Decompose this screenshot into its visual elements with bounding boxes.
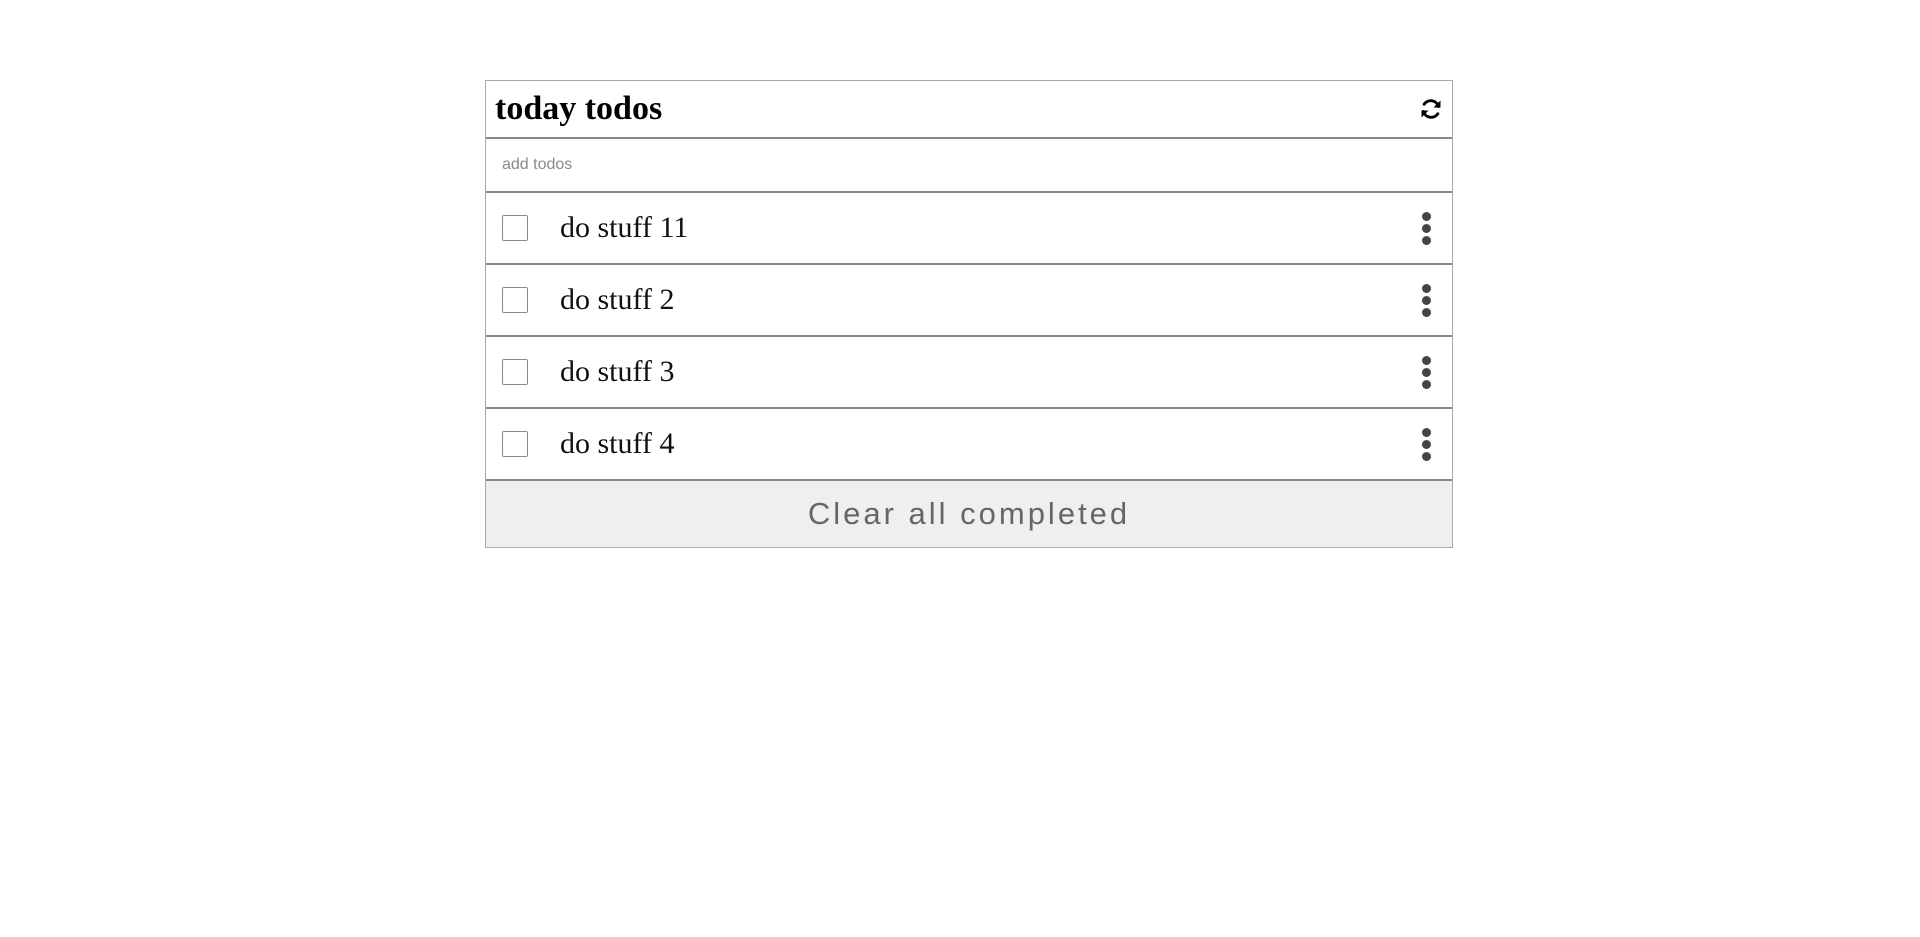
menu-dot	[1421, 283, 1431, 293]
todo-checkbox[interactable]	[502, 215, 528, 241]
todo-header: today todos	[486, 81, 1452, 139]
more-options-icon[interactable]	[1414, 426, 1438, 462]
menu-dot	[1421, 355, 1431, 365]
add-todo-row	[486, 139, 1452, 193]
more-options-icon[interactable]	[1414, 354, 1438, 390]
todo-text: do stuff 2	[560, 283, 675, 316]
menu-dot	[1421, 223, 1431, 233]
refresh-icon[interactable]	[1418, 96, 1444, 122]
menu-dot	[1421, 379, 1431, 389]
todo-text: do stuff 3	[560, 355, 675, 388]
todo-checkbox[interactable]	[502, 287, 528, 313]
more-options-icon[interactable]	[1414, 282, 1438, 318]
menu-dot	[1421, 235, 1431, 245]
menu-dot	[1421, 307, 1431, 317]
todo-text: do stuff 4	[560, 427, 675, 460]
menu-dot	[1421, 295, 1431, 305]
add-todo-input[interactable]	[486, 139, 1452, 191]
todo-checkbox[interactable]	[502, 359, 528, 385]
menu-dot	[1421, 367, 1431, 377]
menu-dot	[1421, 439, 1431, 449]
clear-completed-button[interactable]: Clear all completed	[486, 481, 1452, 547]
todo-item: do stuff 2	[486, 265, 1452, 337]
todo-item: do stuff 11	[486, 193, 1452, 265]
todo-item: do stuff 4	[486, 409, 1452, 481]
todo-item: do stuff 3	[486, 337, 1452, 409]
todo-checkbox[interactable]	[502, 431, 528, 457]
more-options-icon[interactable]	[1414, 210, 1438, 246]
todo-list: do stuff 11 do stuff 2 do stuff 3 do stu…	[486, 193, 1452, 481]
menu-dot	[1421, 451, 1431, 461]
todo-text: do stuff 11	[560, 211, 689, 244]
menu-dot	[1421, 211, 1431, 221]
menu-dot	[1421, 427, 1431, 437]
todo-app: today todos do stuff 11 do stuff 2	[485, 80, 1453, 548]
page-title: today todos	[495, 90, 663, 127]
